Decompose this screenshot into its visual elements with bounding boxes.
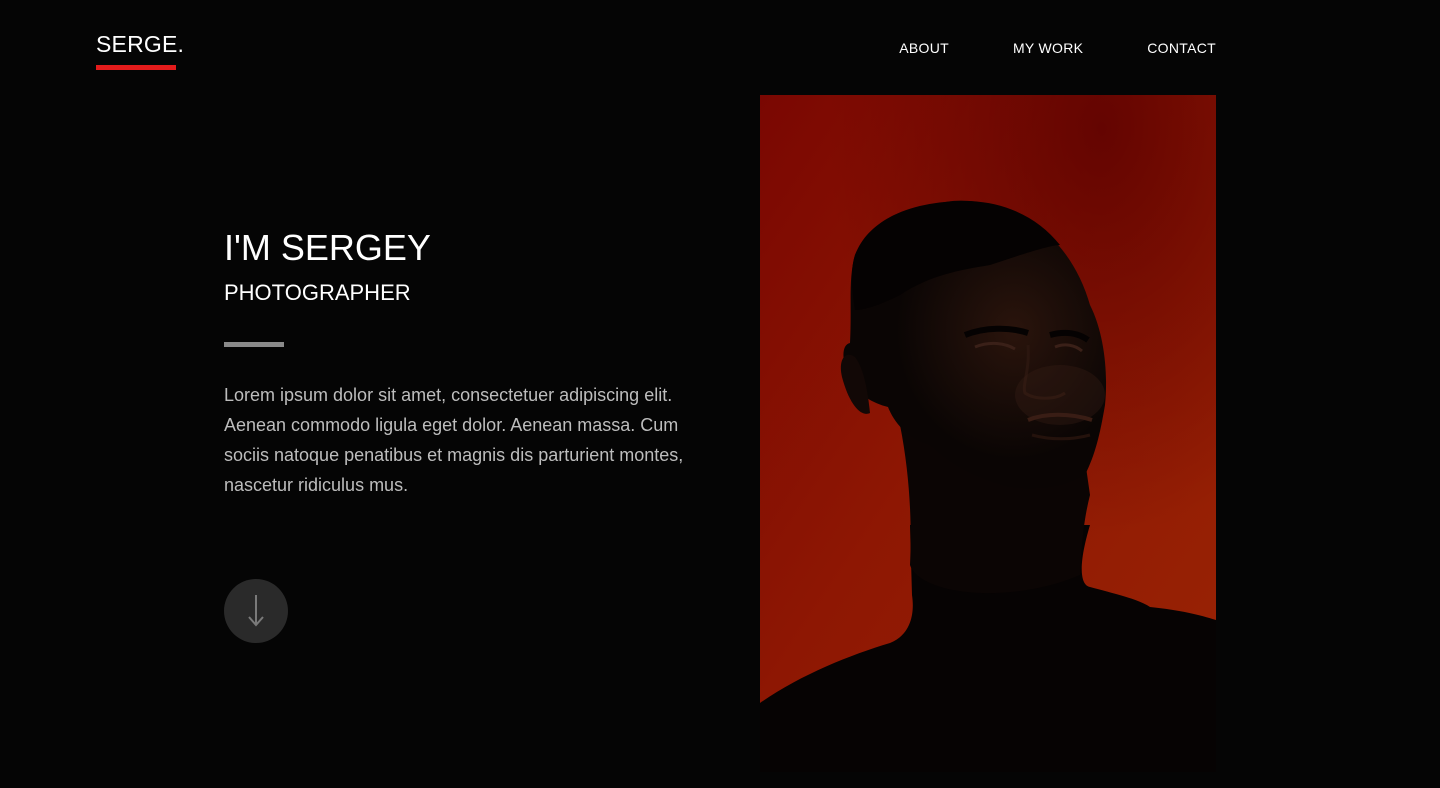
main-nav: ABOUT MY WORK CONTACT: [899, 40, 1216, 56]
logo[interactable]: SERGE.: [96, 30, 184, 58]
hero-subtitle: PHOTOGRAPHER: [224, 280, 411, 305]
hero-title: I'M SERGEY: [224, 227, 431, 268]
portrait-illustration: [760, 95, 1216, 772]
portrait-photo: [760, 95, 1216, 772]
nav-link-about[interactable]: ABOUT: [899, 40, 949, 56]
nav-link-contact[interactable]: CONTACT: [1147, 40, 1216, 56]
hero-divider: [224, 342, 284, 347]
page: SERGE. ABOUT MY WORK CONTACT I'M SERGEY …: [0, 0, 1440, 788]
hero-description: Lorem ipsum dolor sit amet, consectetuer…: [224, 385, 684, 495]
arrow-down-icon: [248, 595, 264, 627]
nav-link-my-work[interactable]: MY WORK: [1013, 40, 1083, 56]
logo-underline: [96, 65, 176, 70]
scroll-down-button[interactable]: [224, 579, 288, 643]
